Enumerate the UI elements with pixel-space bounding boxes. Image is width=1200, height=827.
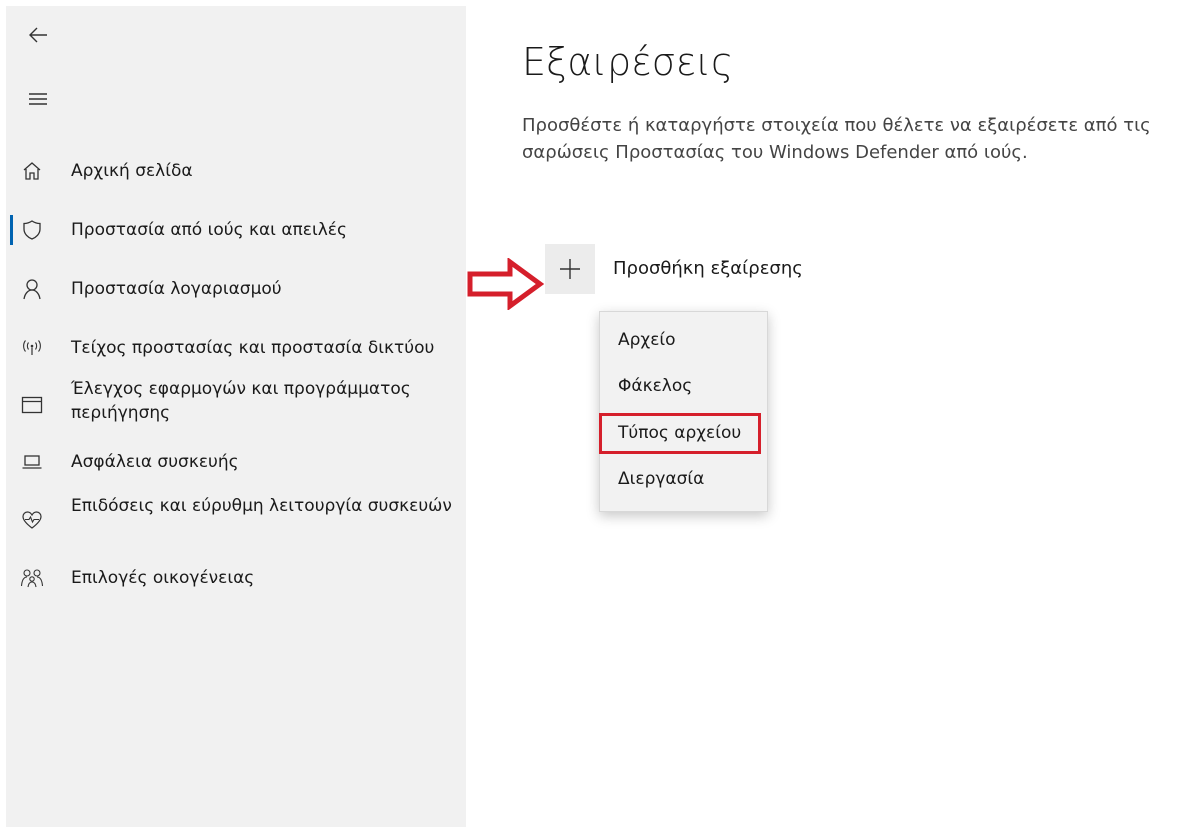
menu-item-file-type[interactable]: Τύπος αρχείου bbox=[618, 423, 741, 443]
home-icon bbox=[20, 159, 44, 183]
add-exclusion-dropdown-menu: Αρχείο Φάκελος Τύπος αρχείου Διεργασία bbox=[599, 311, 768, 512]
hamburger-menu-button[interactable] bbox=[20, 81, 56, 117]
menu-item-folder[interactable]: Φάκελος bbox=[618, 376, 692, 396]
sidebar-item-label: Αρχική σελίδα bbox=[71, 161, 193, 181]
menu-item-process[interactable]: Διεργασία bbox=[618, 469, 704, 489]
person-icon bbox=[20, 277, 44, 301]
sidebar-item-label: Προστασία από ιούς και απειλές bbox=[71, 220, 347, 240]
sidebar: Αρχική σελίδα Προστασία από ιούς και απε… bbox=[6, 6, 466, 827]
add-exclusion-button[interactable] bbox=[545, 244, 595, 294]
annotation-arrow-icon bbox=[467, 258, 545, 310]
family-icon bbox=[20, 566, 44, 590]
sidebar-item-firewall[interactable]: Τείχος προστασίας και προστασία δικτύου bbox=[6, 333, 466, 363]
heart-icon bbox=[20, 508, 44, 532]
page-title: Εξαιρέσεις bbox=[522, 40, 734, 84]
sidebar-item-label: Τείχος προστασίας και προστασία δικτύου bbox=[71, 338, 435, 358]
sidebar-item-label: Επιλογές οικογένειας bbox=[71, 568, 255, 588]
back-button[interactable] bbox=[20, 17, 56, 53]
sidebar-item-label: Επιδόσεις και εύρυθμη λειτουργία συσκευώ… bbox=[71, 496, 452, 516]
laptop-icon bbox=[20, 450, 44, 474]
sidebar-item-label: Έλεγχος εφαρμογών και προγράμματος περιή… bbox=[71, 379, 411, 423]
shield-icon bbox=[20, 218, 44, 242]
back-arrow-icon bbox=[29, 27, 47, 43]
sidebar-item-app-browser-control[interactable]: Έλεγχος εφαρμογών και προγράμματος περιή… bbox=[6, 377, 466, 427]
sidebar-item-device-performance[interactable]: Επιδόσεις και εύρυθμη λειτουργία συσκευώ… bbox=[6, 494, 466, 544]
sidebar-item-virus-protection[interactable]: Προστασία από ιούς και απειλές bbox=[6, 215, 466, 245]
sidebar-item-home[interactable]: Αρχική σελίδα bbox=[6, 156, 466, 186]
sidebar-item-account-protection[interactable]: Προστασία λογαριασμού bbox=[6, 274, 466, 304]
sidebar-item-label: Προστασία λογαριασμού bbox=[71, 279, 282, 299]
sidebar-item-label: Ασφάλεια συσκευής bbox=[71, 452, 239, 472]
hamburger-menu-icon bbox=[29, 93, 47, 105]
add-exclusion-label[interactable]: Προσθήκη εξαίρεσης bbox=[613, 258, 803, 279]
active-indicator bbox=[10, 215, 13, 245]
plus-icon bbox=[560, 259, 580, 279]
sidebar-item-device-security[interactable]: Ασφάλεια συσκευής bbox=[6, 447, 466, 477]
wifi-antenna-icon bbox=[20, 336, 44, 360]
browser-window-icon bbox=[20, 393, 44, 417]
menu-item-file[interactable]: Αρχείο bbox=[618, 330, 676, 350]
page-description: Προσθέστε ή καταργήστε στοιχεία που θέλε… bbox=[522, 115, 1151, 163]
sidebar-item-family-options[interactable]: Επιλογές οικογένειας bbox=[6, 563, 466, 593]
